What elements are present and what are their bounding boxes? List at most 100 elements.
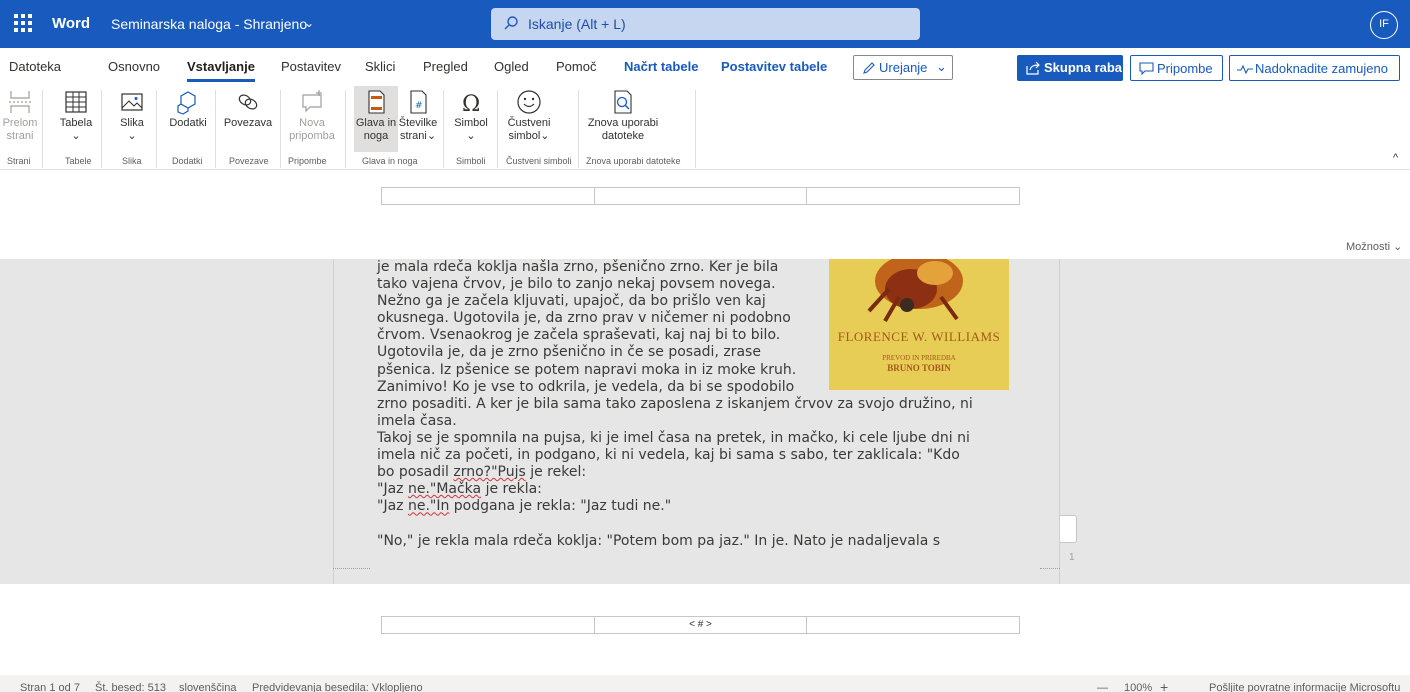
emoji-button[interactable]: Čustveni simbol⌄: [506, 86, 552, 152]
table-label: Tabela: [59, 117, 93, 129]
app-name[interactable]: Word: [52, 15, 90, 32]
page-numbers-button[interactable]: # Številke strani⌄: [398, 86, 438, 152]
text-line: imela časa.: [377, 412, 457, 429]
header-table[interactable]: [381, 187, 1020, 205]
header-footer-label-2: noga: [363, 130, 389, 142]
new-comment-icon: [302, 90, 322, 113]
new-comment-button[interactable]: Nova pripomba: [286, 86, 338, 152]
tab-references[interactable]: Sklici: [365, 59, 395, 74]
tab-table-design[interactable]: Načrt tabele: [624, 59, 698, 74]
tab-home[interactable]: Osnovno: [108, 59, 160, 74]
tab-layout[interactable]: Postavitev: [281, 59, 341, 74]
group-separator: [578, 90, 579, 168]
group-separator: [695, 90, 696, 168]
reuse-files-icon: [614, 90, 632, 114]
emoji-label-2: simbol⌄: [508, 130, 550, 142]
chevron-down-icon: ⌄: [127, 130, 137, 142]
chevron-down-icon: ⌄: [1393, 241, 1403, 253]
page-area: FLORENCE W. WILLIAMS PREVOD IN PRIREDBA …: [0, 259, 1410, 584]
text-line: "No," je rekla mala rdeča koklja: "Potem…: [377, 532, 941, 549]
document-body[interactable]: je mala rdeča koklja našla zrno, pšeničn…: [377, 259, 1027, 550]
group-label-picture: Slika: [122, 156, 142, 166]
header-cell[interactable]: [807, 188, 1019, 204]
spelling-error[interactable]: ne."Mačka: [408, 481, 481, 497]
editing-mode-button[interactable]: Urejanje ⌄: [853, 55, 953, 80]
symbol-button[interactable]: Ω Simbol ⌄: [451, 86, 491, 152]
text-line: Zanimivo! Ko je vse to odkrila, je vedel…: [377, 378, 795, 395]
footer-table[interactable]: < # >: [381, 616, 1020, 634]
group-separator: [42, 90, 43, 168]
table-button[interactable]: Tabela ⌄: [58, 86, 94, 152]
picture-label: Slika: [120, 117, 144, 129]
tab-view[interactable]: Ogled: [494, 59, 529, 74]
word-count[interactable]: Št. besed: 513: [95, 682, 166, 692]
link-button[interactable]: Povezava: [222, 86, 274, 152]
search-icon: [504, 16, 518, 30]
text-predictions[interactable]: Predvidevanja besedila: Vklopljeno: [252, 682, 423, 692]
page-number-tab[interactable]: [1060, 515, 1077, 543]
text-line: "Jaz ne."Mačka je rekla:: [377, 481, 1027, 498]
header-footer-button[interactable]: Glava in noga: [354, 86, 398, 152]
svg-text:#: #: [415, 101, 423, 111]
footer-cell-page-number[interactable]: < # >: [595, 617, 807, 633]
editing-mode-label: Urejanje: [879, 60, 928, 75]
reuse-files-button[interactable]: Znova uporabi datoteke: [587, 86, 659, 152]
text-segment: je rekla:: [481, 481, 542, 498]
group-label-comments: Pripombe: [288, 156, 327, 166]
tab-file[interactable]: Datoteka: [9, 59, 61, 74]
tab-help[interactable]: Pomoč: [556, 59, 596, 74]
link-icon: [238, 94, 258, 110]
comments-button[interactable]: Pripombe: [1130, 55, 1223, 81]
text-segment: bo posadil: [377, 464, 454, 481]
search-placeholder: Iskanje (Alt + L): [528, 16, 626, 32]
page-count[interactable]: Stran 1 od 7: [20, 682, 80, 692]
chevron-down-icon: ⌄: [936, 59, 947, 74]
avatar[interactable]: IF: [1370, 11, 1398, 39]
tab-review[interactable]: Pregled: [423, 59, 468, 74]
feedback-link[interactable]: Pošljite povratne informacije Microsoftu: [1209, 682, 1400, 692]
page-break-label-1: Prelom: [2, 117, 38, 129]
chevron-down-icon: ⌄: [466, 130, 476, 142]
omega-icon: Ω: [462, 92, 480, 115]
app-launcher-icon[interactable]: [14, 14, 34, 34]
emoji-label-1: Čustveni: [507, 117, 551, 129]
catch-up-button[interactable]: Nadoknadite zamujeno: [1229, 55, 1400, 81]
header-cell[interactable]: [595, 188, 807, 204]
add-ins-label: Dodatki: [169, 117, 207, 129]
group-separator: [215, 90, 216, 168]
page-number-icon: #: [410, 90, 427, 114]
search-box[interactable]: Iskanje (Alt + L): [491, 8, 920, 40]
footer-cell[interactable]: [807, 617, 1019, 633]
text-line: bo posadil zrno?"Pujs je rekel:: [377, 464, 1027, 481]
options-menu[interactable]: Možnosti ⌄: [1346, 240, 1402, 253]
zoom-level[interactable]: 100%: [1124, 682, 1152, 692]
spelling-error[interactable]: zrno?"Pujs: [453, 464, 525, 480]
zoom-in-button[interactable]: +: [1160, 679, 1168, 692]
spelling-error[interactable]: ne."In: [408, 498, 449, 514]
add-ins-button[interactable]: Dodatki: [166, 86, 210, 152]
page-border: [333, 259, 334, 584]
ribbon-tabs: Datoteka Osnovno Vstavljanje Postavitev …: [0, 48, 1410, 86]
page-numbers-label-2: strani⌄: [399, 130, 437, 142]
pulse-icon: [1237, 64, 1253, 74]
text-line: okusnega. Ugotovila je, da zrno prav v n…: [377, 310, 791, 327]
share-label: Skupna raba: [1044, 60, 1123, 75]
language[interactable]: slovenščina: [179, 682, 236, 692]
collapse-ribbon-icon[interactable]: ^: [1393, 152, 1398, 164]
picture-button[interactable]: Slika ⌄: [114, 86, 150, 152]
document-canvas[interactable]: Možnosti ⌄ FLORENCE W. WILLIAMS PREVOD I…: [0, 171, 1410, 675]
page-number: 1: [1069, 552, 1075, 563]
margin-guide: [333, 568, 370, 569]
chevron-down-icon[interactable]: ⌄: [304, 16, 314, 30]
footer-cell[interactable]: [382, 617, 595, 633]
header-cell[interactable]: [382, 188, 595, 204]
group-separator: [497, 90, 498, 168]
tab-table-layout[interactable]: Postavitev tabele: [721, 59, 827, 74]
tab-insert[interactable]: Vstavljanje: [187, 59, 255, 82]
group-label-pages: Strani: [7, 156, 31, 166]
share-button[interactable]: Skupna raba: [1017, 55, 1123, 81]
page-break-button[interactable]: Prelom strani: [2, 86, 38, 152]
zoom-out-button[interactable]: —: [1097, 682, 1108, 692]
group-label-add-ins: Dodatki: [172, 156, 203, 166]
document-title[interactable]: Seminarska naloga - Shranjeno: [111, 16, 307, 32]
